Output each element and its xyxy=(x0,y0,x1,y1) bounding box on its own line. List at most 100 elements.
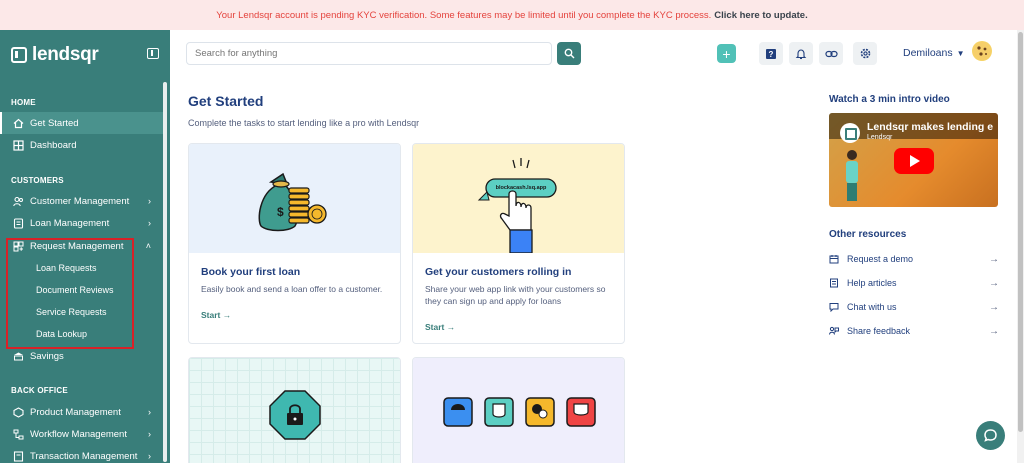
sidebar-item-label: Dashboard xyxy=(30,139,77,151)
resource-help-articles[interactable]: Help articles → xyxy=(829,275,999,291)
card-illustration xyxy=(189,358,400,463)
page-subtitle: Complete the tasks to start lending like… xyxy=(188,118,420,128)
start-link[interactable]: Start → xyxy=(201,310,388,320)
chevron-right-icon: › xyxy=(148,451,151,461)
svg-text:?: ? xyxy=(769,50,774,59)
resource-share-feedback[interactable]: Share feedback → xyxy=(829,323,999,339)
notifications-button[interactable] xyxy=(789,42,813,65)
kyc-update-link[interactable]: Click here to update. xyxy=(714,10,807,21)
sidebar-scrollbar[interactable] xyxy=(163,82,167,462)
search-input[interactable] xyxy=(186,42,552,65)
resource-label: Chat with us xyxy=(847,302,897,312)
arrow-right-icon: → xyxy=(989,301,999,313)
kyc-banner-message: Your Lendsqr account is pending KYC veri… xyxy=(216,9,712,21)
card-description: Easily book and send a loan offer to a c… xyxy=(201,284,383,294)
sidebar-item-product-management[interactable]: Product Management › xyxy=(0,401,163,423)
users-icon xyxy=(13,196,24,207)
lendsqr-logo-text: lendsqr xyxy=(32,44,99,65)
kyc-banner: Your Lendsqr account is pending KYC veri… xyxy=(0,0,1024,30)
chevron-up-icon: ˄ xyxy=(145,241,151,251)
sidebar-item-transaction-management[interactable]: Transaction Management › xyxy=(0,445,163,463)
card-title: Book your first loan xyxy=(201,266,301,278)
add-button[interactable]: + xyxy=(717,44,736,63)
card-security[interactable] xyxy=(188,357,401,463)
home-icon xyxy=(13,118,24,129)
card-book-loan[interactable]: $ Book your first loan Easily book and s… xyxy=(188,143,401,344)
sidebar-item-savings[interactable]: Savings xyxy=(0,345,163,367)
chat-support-button[interactable] xyxy=(976,421,1005,450)
card-illustration: blockacash.lsq.app xyxy=(413,144,624,254)
video-headline: Lendsqr makes lending e xyxy=(867,121,994,133)
money-bag-coins-icon: $ xyxy=(258,172,327,232)
link-button[interactable] xyxy=(819,42,843,65)
lendsqr-logo-icon xyxy=(11,47,27,63)
resource-request-demo[interactable]: Request a demo → xyxy=(829,251,999,267)
card-customers-rolling[interactable]: blockacash.lsq.app Get your customers ro… xyxy=(412,143,625,344)
sidebar-item-label: Transaction Management xyxy=(30,450,138,462)
sidebar-item-workflow-management[interactable]: Workflow Management › xyxy=(0,423,163,445)
transaction-icon xyxy=(13,450,24,462)
document-icon xyxy=(829,278,839,288)
feedback-icon xyxy=(829,326,839,336)
arrow-right-icon: → xyxy=(989,325,999,337)
intro-video-thumbnail[interactable]: Lendsqr makes lending e Lendsqr xyxy=(829,113,998,207)
dashboard-icon xyxy=(13,139,24,151)
gear-icon xyxy=(860,48,870,59)
product-icon xyxy=(13,406,24,418)
sidebar-item-label: Customer Management xyxy=(30,195,130,207)
card-roles[interactable] xyxy=(412,357,625,463)
sidebar-item-label: Get Started xyxy=(30,117,79,129)
sidebar-item-dashboard[interactable]: Dashboard xyxy=(0,134,163,156)
avatar[interactable] xyxy=(972,41,992,61)
url-chip-label: blockacash.lsq.app xyxy=(495,185,547,191)
sidebar: lendsqr HOME Get Started Dashboard CUSTO… xyxy=(0,30,170,463)
team-roles-icon xyxy=(443,397,596,427)
card-title: Get your customers rolling in xyxy=(425,266,572,278)
page-title: Get Started xyxy=(188,93,264,109)
resource-label: Share feedback xyxy=(847,326,911,336)
sidebar-item-customer-management[interactable]: Customer Management › xyxy=(0,190,163,212)
link-icon xyxy=(824,50,838,57)
sidebar-collapse-icon[interactable] xyxy=(147,48,159,59)
calendar-icon xyxy=(829,254,839,264)
chevron-right-icon: › xyxy=(148,218,151,228)
lendsqr-logo[interactable]: lendsqr xyxy=(11,44,99,66)
play-button-icon[interactable] xyxy=(894,148,934,174)
video-section-title: Watch a 3 min intro video xyxy=(829,94,950,105)
card-illustration: $ xyxy=(189,144,400,253)
highlight-box xyxy=(6,238,134,349)
resources-title: Other resources xyxy=(829,229,907,240)
search-button[interactable] xyxy=(557,42,581,65)
sidebar-item-label: Savings xyxy=(30,350,64,362)
person-figure-icon xyxy=(846,150,858,201)
sidebar-item-get-started[interactable]: Get Started xyxy=(0,112,163,134)
start-link[interactable]: Start → xyxy=(425,322,612,332)
sidebar-item-label: Loan Management xyxy=(30,217,110,229)
search-icon xyxy=(564,48,574,59)
plus-icon: + xyxy=(722,45,731,62)
cookie-avatar-icon xyxy=(973,42,991,60)
video-channel: Lendsqr xyxy=(867,134,893,141)
sidebar-item-label: Workflow Management xyxy=(30,428,127,440)
help-button[interactable]: ? xyxy=(759,42,783,65)
savings-icon xyxy=(13,351,24,362)
lock-octagon-icon xyxy=(269,390,321,440)
resource-chat-with-us[interactable]: Chat with us → xyxy=(829,299,999,315)
page-scrollbar[interactable] xyxy=(1017,30,1024,463)
sidebar-item-loan-management[interactable]: Loan Management › xyxy=(0,212,163,234)
settings-button[interactable] xyxy=(853,42,877,65)
user-menu[interactable]: Demiloans ▼ xyxy=(903,47,965,59)
chevron-right-icon: › xyxy=(148,196,151,206)
loan-icon xyxy=(13,217,24,229)
arrow-right-icon: → xyxy=(989,277,999,289)
arrow-right-icon: → xyxy=(989,253,999,265)
sidebar-item-label: Product Management xyxy=(30,406,121,418)
pointing-hand-link-icon xyxy=(477,158,557,254)
card-illustration xyxy=(413,358,624,463)
help-icon: ? xyxy=(766,48,776,59)
bell-icon xyxy=(795,48,807,59)
section-back-office: BACK OFFICE xyxy=(11,386,68,395)
resource-label: Request a demo xyxy=(847,254,914,264)
channel-logo-icon xyxy=(840,123,860,143)
chevron-right-icon: › xyxy=(148,429,151,439)
